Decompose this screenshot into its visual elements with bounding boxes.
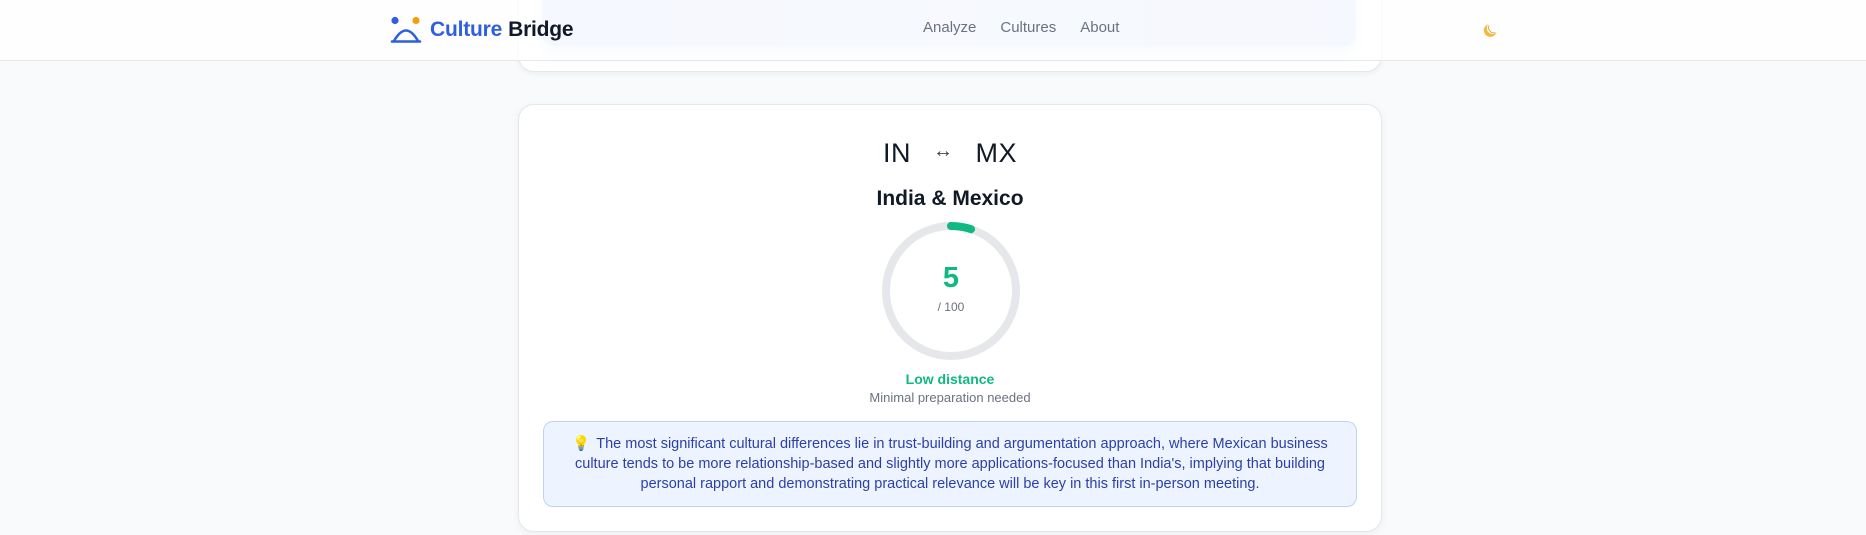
brand-name-part2: Bridge xyxy=(508,18,574,41)
top-header: Culture Bridge Analyze Cultures About xyxy=(0,0,1866,61)
theme-toggle-button[interactable] xyxy=(1480,18,1502,40)
distance-score-gauge: 5 / 100 xyxy=(880,220,1022,362)
lightbulb-icon: 💡 xyxy=(572,436,591,452)
moon-icon xyxy=(1483,24,1497,37)
brand-name-part1: Culture xyxy=(430,18,503,41)
insight-text: The most significant cultural difference… xyxy=(575,436,1328,492)
country-code-b: MX xyxy=(975,138,1017,168)
bidirectional-arrow-icon: ↔ xyxy=(933,140,954,162)
insight-box: 💡 The most significant cultural differenc… xyxy=(543,421,1357,507)
brand-logo-link[interactable]: Culture Bridge xyxy=(390,14,574,46)
main-nav: Analyze Cultures About xyxy=(923,19,1119,36)
country-pair-title: India & Mexico xyxy=(876,187,1024,210)
nav-about[interactable]: About xyxy=(1080,19,1119,36)
comparison-card: IN ↔ MX India & Mexico 5 / 100 Low dista… xyxy=(518,104,1382,532)
distance-level-note: Minimal preparation needed xyxy=(869,390,1031,405)
brand-name: Culture Bridge xyxy=(430,18,574,42)
distance-level: Low distance xyxy=(905,371,995,387)
country-codes: IN ↔ MX xyxy=(519,138,1381,169)
country-code-a: IN xyxy=(883,138,911,168)
distance-score-value: 5 xyxy=(942,262,960,294)
nav-analyze[interactable]: Analyze xyxy=(923,19,976,36)
nav-cultures[interactable]: Cultures xyxy=(1000,19,1056,36)
distance-score-max: / 100 xyxy=(937,300,965,314)
culture-bridge-logo-icon xyxy=(390,16,422,43)
